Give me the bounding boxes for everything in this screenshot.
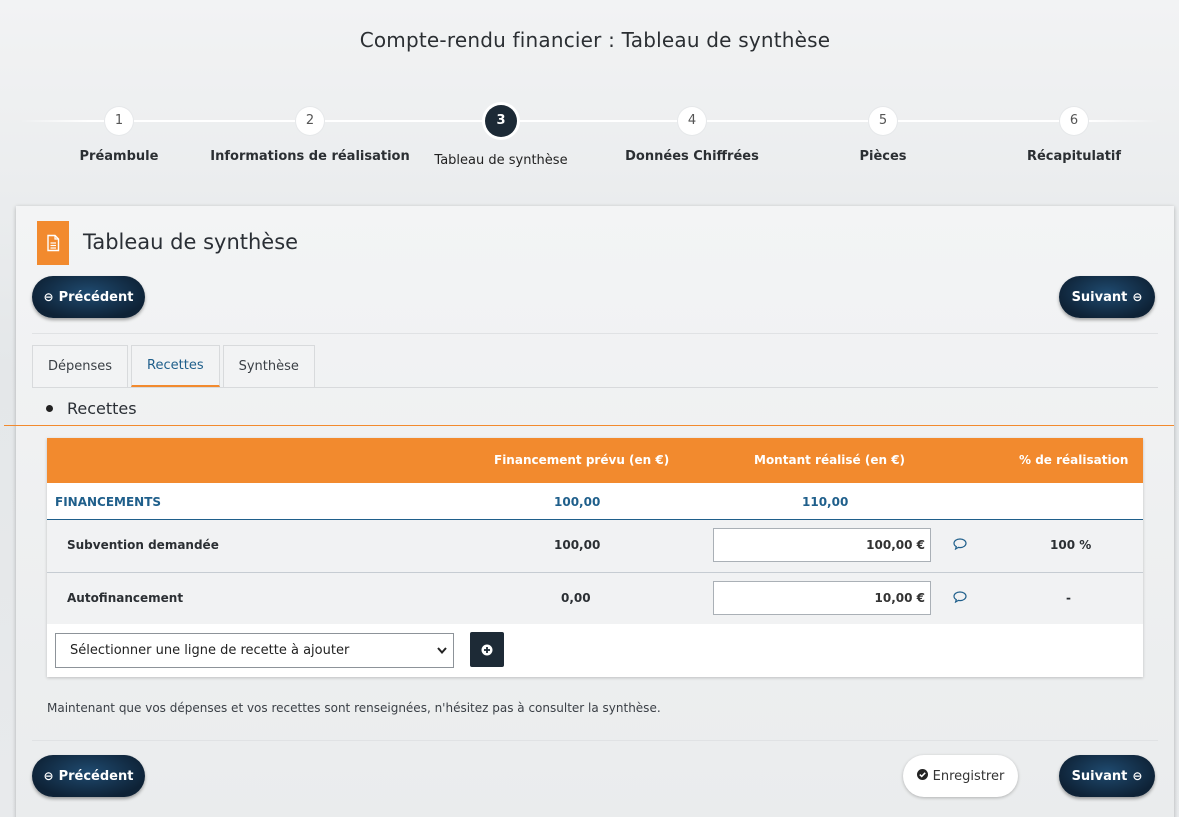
header-percent: % de réalisation bbox=[1019, 453, 1129, 467]
table-row: Autofinancement 0,00 10,00 € - bbox=[47, 572, 1143, 624]
section-title-text: Recettes bbox=[67, 399, 137, 418]
group-label: FINANCEMENTS bbox=[55, 495, 162, 509]
save-button[interactable]: Enregistrer bbox=[903, 755, 1018, 797]
next-label: Suivant bbox=[1071, 289, 1128, 305]
group-planned: 100,00 bbox=[554, 495, 601, 509]
divider bbox=[32, 740, 1158, 741]
tab-depenses[interactable]: Dépenses bbox=[32, 345, 129, 387]
table-group-row: FINANCEMENTS 100,00 110,00 bbox=[47, 483, 1143, 520]
next-button-top[interactable]: Suivant ⊖ bbox=[1059, 276, 1155, 318]
arrow-right-circle-icon: ⊖ bbox=[1132, 769, 1143, 783]
chevron-down-icon bbox=[436, 634, 448, 680]
step-number: 4 bbox=[678, 107, 706, 135]
step-preambule[interactable]: 1 Préambule bbox=[19, 107, 219, 164]
step-number: 6 bbox=[1060, 107, 1088, 135]
page-title: Compte-rendu financier : Tableau de synt… bbox=[359, 28, 831, 52]
row-label: Autofinancement bbox=[67, 591, 184, 605]
divider bbox=[32, 333, 1158, 334]
step-informations[interactable]: 2 Informations de réalisation bbox=[210, 107, 410, 164]
recettes-table: Financement prévu (en €) Montant réalisé… bbox=[47, 438, 1143, 677]
step-label: Informations de réalisation bbox=[210, 149, 410, 164]
row-planned: 100,00 bbox=[554, 538, 601, 552]
select-value: Sélectionner une ligne de recette à ajou… bbox=[70, 643, 350, 658]
row-planned: 0,00 bbox=[561, 591, 591, 605]
stepper: 1 Préambule 2 Informations de réalisatio… bbox=[0, 100, 1179, 180]
main-card: Tableau de synthèse ⊖ Précédent Suivant … bbox=[4, 206, 1174, 817]
table-row: Subvention demandée 100,00 100,00 € 100 … bbox=[47, 520, 1143, 572]
row-percent: 100 % bbox=[1050, 538, 1092, 552]
card-title: Tableau de synthèse bbox=[83, 230, 299, 254]
step-number: 1 bbox=[105, 107, 133, 135]
arrow-right-circle-icon: ⊖ bbox=[1132, 290, 1143, 304]
save-label: Enregistrer bbox=[932, 768, 1005, 784]
comment-icon[interactable] bbox=[953, 538, 967, 553]
step-number: 3 bbox=[485, 105, 517, 137]
check-circle-icon bbox=[916, 769, 928, 783]
step-number: 2 bbox=[296, 107, 324, 135]
step-number: 5 bbox=[869, 107, 897, 135]
row-percent: - bbox=[1066, 591, 1071, 605]
bullet-icon bbox=[46, 405, 53, 412]
section-underline bbox=[4, 425, 1174, 426]
arrow-left-circle-icon: ⊖ bbox=[43, 290, 54, 304]
recette-line-select[interactable]: Sélectionner une ligne de recette à ajou… bbox=[55, 633, 454, 668]
plus-circle-icon bbox=[481, 644, 493, 655]
document-icon bbox=[37, 221, 69, 265]
step-label: Préambule bbox=[79, 149, 159, 164]
previous-label: Précédent bbox=[58, 768, 134, 784]
row-label: Subvention demandée bbox=[67, 538, 219, 552]
step-recapitulatif[interactable]: 6 Récapitulatif bbox=[974, 107, 1174, 164]
step-tableau-synthese[interactable]: 3 Tableau de synthèse bbox=[401, 105, 601, 168]
group-actual: 110,00 bbox=[802, 495, 849, 509]
amount-input[interactable]: 100,00 € bbox=[713, 528, 931, 562]
tab-recettes[interactable]: Recettes bbox=[131, 345, 220, 387]
amount-input[interactable]: 10,00 € bbox=[713, 581, 931, 615]
previous-button-bottom[interactable]: ⊖ Précédent bbox=[32, 755, 145, 797]
step-label: Pièces bbox=[859, 149, 907, 164]
next-button-bottom[interactable]: Suivant ⊖ bbox=[1059, 755, 1155, 797]
add-line-button[interactable] bbox=[470, 632, 504, 667]
table-header: Financement prévu (en €) Montant réalisé… bbox=[47, 438, 1143, 483]
add-line-row: Sélectionner une ligne de recette à ajou… bbox=[47, 624, 1143, 677]
previous-label: Précédent bbox=[58, 289, 134, 305]
step-label: Récapitulatif bbox=[1026, 149, 1122, 164]
previous-button-top[interactable]: ⊖ Précédent bbox=[32, 276, 145, 318]
arrow-left-circle-icon: ⊖ bbox=[43, 769, 54, 783]
header-actual: Montant réalisé (en €) bbox=[754, 453, 906, 467]
comment-icon[interactable] bbox=[953, 591, 967, 606]
step-label: Données Chiffrées bbox=[625, 149, 759, 164]
section-title: Recettes bbox=[46, 399, 137, 418]
step-pieces[interactable]: 5 Pièces bbox=[783, 107, 983, 164]
header-planned: Financement prévu (en €) bbox=[494, 453, 670, 467]
step-label: Tableau de synthèse bbox=[434, 153, 568, 168]
next-label: Suivant bbox=[1071, 768, 1128, 784]
tab-synthese[interactable]: Synthèse bbox=[222, 345, 315, 387]
step-donnees-chiffrees[interactable]: 4 Données Chiffrées bbox=[592, 107, 792, 164]
tabs: Dépenses Recettes Synthèse bbox=[32, 345, 315, 387]
tabs-divider bbox=[32, 387, 1158, 388]
info-note: Maintenant que vos dépenses et vos recet… bbox=[47, 701, 661, 715]
